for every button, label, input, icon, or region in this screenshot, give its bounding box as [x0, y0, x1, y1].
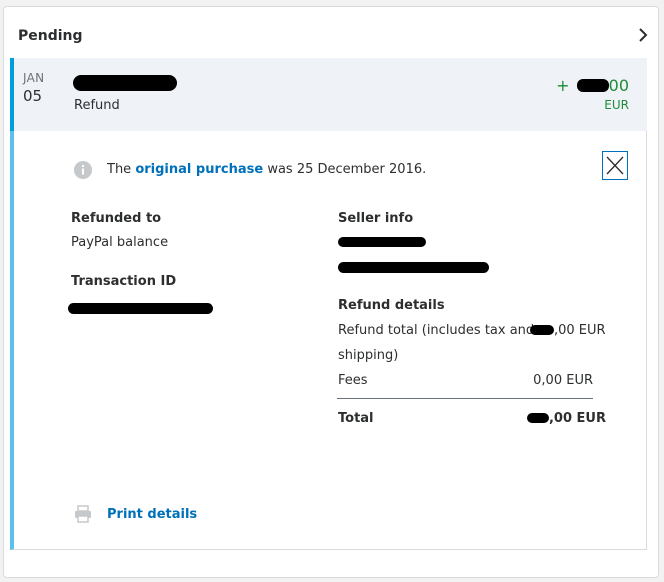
total-value: ,00 EUR — [524, 411, 606, 426]
original-purchase-notice: The original purchase was 25 December 20… — [107, 162, 426, 177]
transaction-id-label: Transaction ID — [71, 274, 177, 289]
totals-divider — [337, 398, 593, 399]
total-label: Total — [338, 411, 374, 426]
section-title: Pending — [18, 28, 83, 44]
chevron-right-icon[interactable] — [636, 26, 650, 44]
info-icon — [74, 161, 92, 179]
refund-total-value: ,00 EUR — [530, 323, 606, 338]
fees-value: 0,00 EUR — [533, 373, 593, 388]
printer-icon[interactable] — [74, 505, 92, 523]
redacted-total — [526, 413, 549, 423]
seller-info-label: Seller info — [338, 211, 414, 226]
amount-sign: + — [556, 76, 570, 95]
transaction-currency: EUR — [604, 98, 629, 112]
close-button[interactable] — [602, 151, 628, 180]
transaction-row[interactable]: JAN 05 Refund + 00 EUR — [10, 58, 647, 131]
original-purchase-link[interactable]: original purchase — [135, 162, 263, 177]
redacted-refund-total — [530, 325, 554, 335]
refund-total-label-cont: shipping) — [338, 348, 399, 363]
transaction-type: Refund — [74, 98, 120, 113]
fees-label: Fees — [338, 373, 368, 388]
redacted-merchant-name — [73, 75, 177, 91]
redacted-seller-name — [338, 237, 426, 247]
close-icon — [606, 156, 624, 175]
redacted-seller-email — [338, 262, 489, 273]
refunded-to-label: Refunded to — [71, 211, 162, 226]
amount-suffix: 00 — [608, 76, 629, 95]
total-suffix: ,00 EUR — [548, 411, 606, 426]
notice-text-after: was 25 December 2016. — [267, 162, 427, 177]
transaction-amount: + 00 — [556, 76, 629, 95]
notice-text-before: The — [107, 162, 132, 177]
transaction-month: JAN — [23, 71, 45, 85]
redacted-amount — [576, 79, 609, 92]
refunded-to-value: PayPal balance — [71, 235, 169, 250]
redacted-transaction-id — [68, 303, 213, 314]
refund-total-label: Refund total (includes tax and — [338, 323, 535, 338]
transaction-day: 05 — [23, 87, 43, 105]
refund-details-label: Refund details — [338, 298, 445, 313]
refund-total-suffix: ,00 EUR — [554, 323, 606, 338]
print-details-link[interactable]: Print details — [107, 507, 197, 522]
transaction-details-panel: The original purchase was 25 December 20… — [10, 131, 647, 550]
